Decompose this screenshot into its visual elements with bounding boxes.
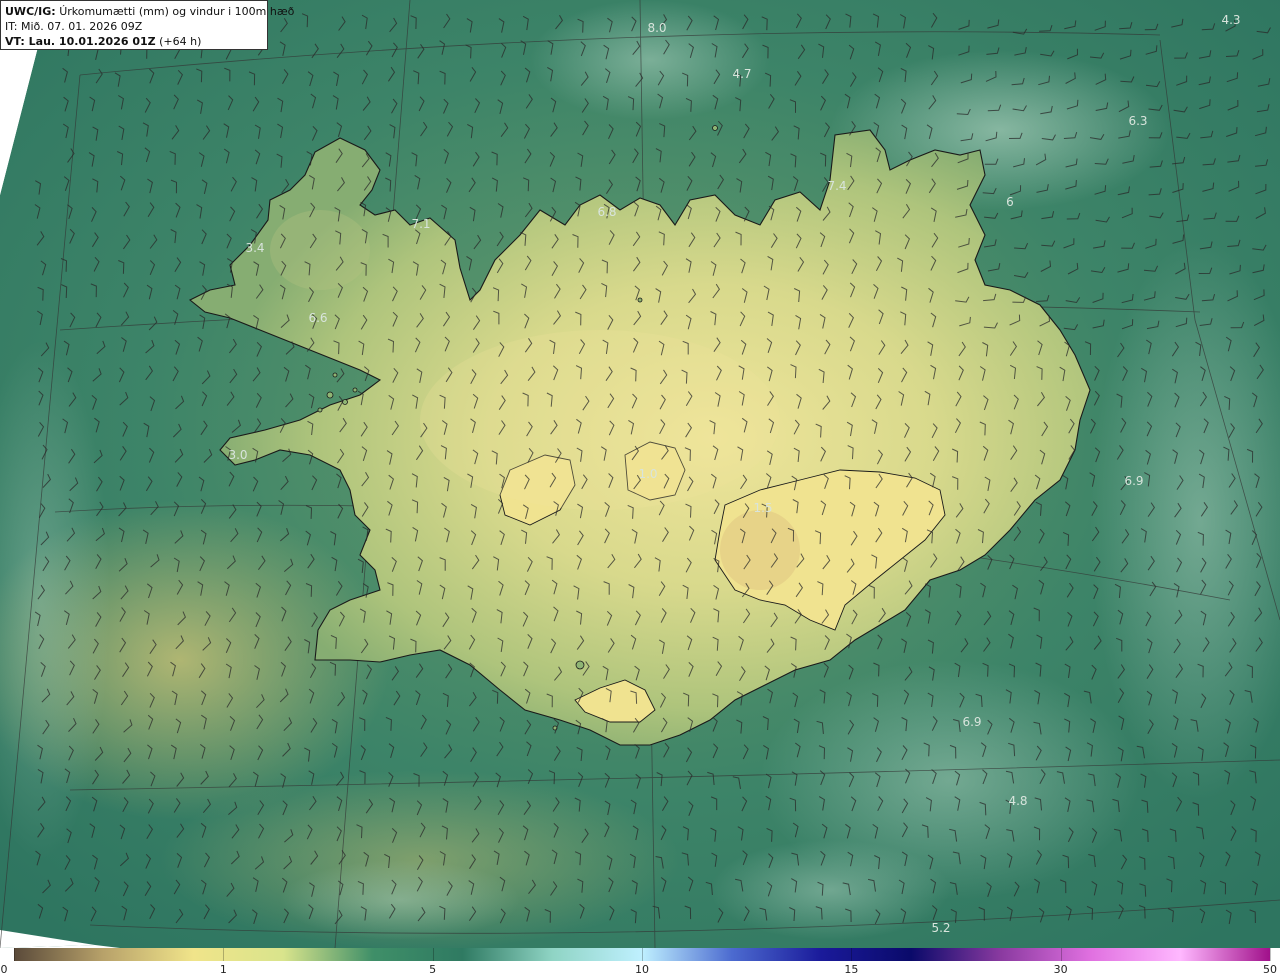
colorbar-label: 10 <box>635 963 649 976</box>
point-value: 6 <box>1006 195 1014 209</box>
point-value: 4.3 <box>1221 13 1240 27</box>
point-value: 7.1 <box>411 217 430 231</box>
colorbar-tick <box>432 948 434 961</box>
map-title: Úrkomumætti (mm) og vindur i 100m hæð <box>59 5 295 18</box>
valid-time: VT: Lau. 10.01.2026 01Z <box>5 35 156 48</box>
point-value: 3.0 <box>228 448 247 462</box>
point-value: 6.6 <box>308 311 327 325</box>
init-time: IT: Mið. 07. 01. 2026 09Z <box>5 20 143 33</box>
point-value: 4.7 <box>732 67 751 81</box>
lead-time: (+64 h) <box>155 35 202 48</box>
colorbar-label: 5 <box>429 963 437 976</box>
point-value: 3.4 <box>245 241 264 255</box>
point-value: 4.8 <box>1008 794 1027 808</box>
point-value: 6.8 <box>597 205 616 219</box>
colorbar-tick <box>1060 948 1062 961</box>
point-value: 1.5 <box>753 501 772 515</box>
colorbar-tick <box>851 948 853 961</box>
colorbar-tick <box>14 948 15 961</box>
colorbar-tick <box>642 948 643 961</box>
point-value: 5.2 <box>931 921 950 935</box>
product-label: UWC/IG: <box>5 5 56 18</box>
colorbar-label: 1 <box>219 963 227 976</box>
colorbar: 0 1 5 10 15 30 50 <box>0 948 1280 978</box>
valid-time-row: VT: Lau. 10.01.2026 01Z (+64 h) <box>5 34 263 49</box>
point-value: 8.0 <box>647 21 666 35</box>
title-row: UWC/IG: Úrkomumætti (mm) og vindur i 100… <box>5 4 294 19</box>
point-value: 1.0 <box>638 467 657 481</box>
colorbar-tick <box>1270 948 1271 961</box>
map-info-box: UWC/IG: Úrkomumætti (mm) og vindur i 100… <box>0 0 294 50</box>
colorbar-label: 30 <box>1053 963 1068 976</box>
point-value: 7.4 <box>827 179 846 193</box>
colorbar-label: 15 <box>844 963 859 976</box>
precipitation-map: 8.0 4.3 4.7 6.3 7.4 6 6.8 7.1 3.4 6.6 3.0 1.0 6.9 1.5… <box>0 0 1280 948</box>
colorbar-label: 0 <box>0 963 8 976</box>
point-value: 6.9 <box>962 715 981 729</box>
colorbar-label: 50 <box>1263 963 1277 976</box>
point-value: 6.3 <box>1128 114 1147 128</box>
point-value: 6.9 <box>1124 474 1143 488</box>
colorbar-tick <box>223 948 225 961</box>
